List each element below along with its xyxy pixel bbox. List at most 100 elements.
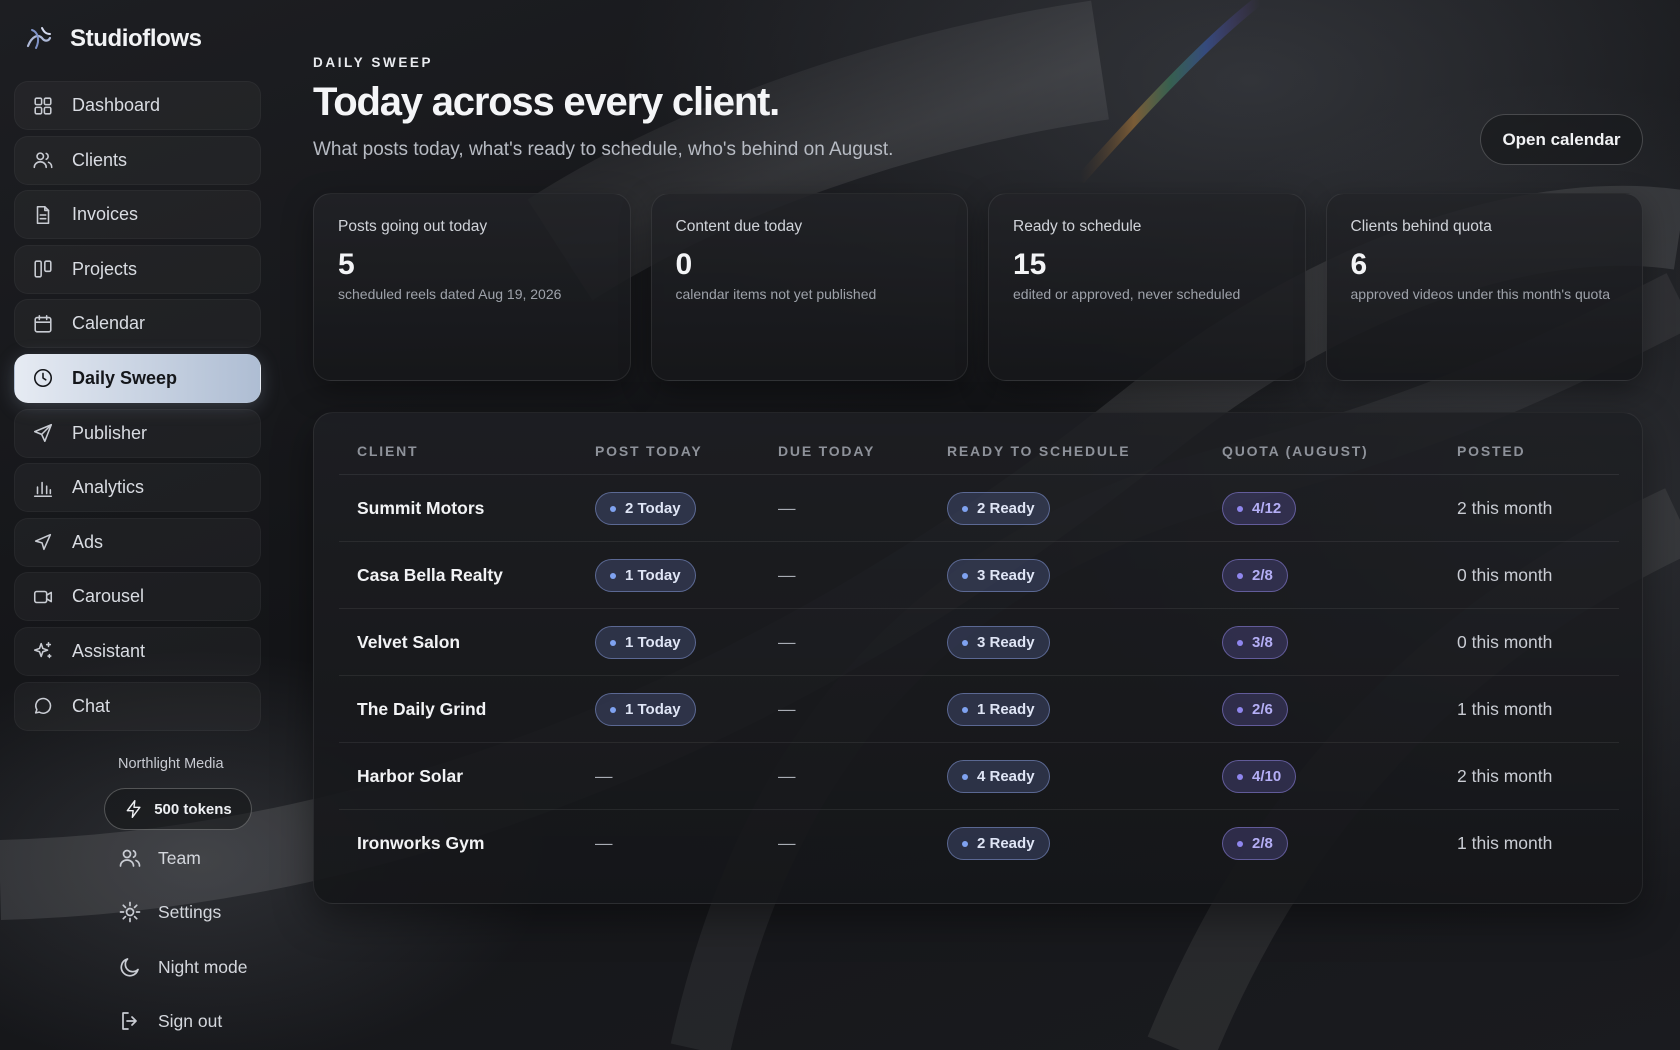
columns-icon (32, 258, 54, 280)
stat-value: 15 (1013, 248, 1047, 281)
post-today-badge[interactable]: 1 Today (595, 559, 696, 592)
column-header-due-today[interactable]: DUE TODAY (778, 443, 875, 459)
nav-item-publisher[interactable]: Publisher (14, 408, 261, 458)
table-header: CLIENT POST TODAY DUE TODAY READY TO SCH… (339, 413, 1619, 475)
sign-out-link[interactable]: Sign out (118, 1009, 222, 1033)
brand[interactable]: Studioflows (24, 24, 202, 54)
sidebar: Studioflows Dashboard Clients Invoices P… (0, 0, 280, 1050)
stat-label: Posts going out today (338, 218, 488, 235)
stat-description: edited or approved, never scheduled (1013, 286, 1241, 302)
due-today-value: — (778, 565, 796, 585)
client-name[interactable]: Velvet Salon (357, 609, 460, 676)
table-row[interactable]: Velvet Salon 1 Today — 3 Ready 3/8 0 thi… (339, 609, 1619, 676)
send-icon (32, 422, 54, 444)
nav-label: Projects (72, 258, 138, 279)
ready-badge[interactable]: 2 Ready (947, 827, 1050, 860)
tokens-button[interactable]: 500 tokens (104, 788, 252, 830)
quota-badge[interactable]: 3/8 (1222, 626, 1288, 659)
status-dot (1237, 706, 1243, 713)
ready-badge[interactable]: 3 Ready (947, 559, 1050, 592)
video-icon (32, 586, 54, 608)
navigation-icon (32, 531, 54, 553)
post-today-value: — (595, 833, 613, 853)
nav-label: Invoices (72, 204, 139, 225)
grid-icon (32, 95, 54, 117)
quota-badge[interactable]: 2/6 (1222, 693, 1288, 726)
settings-label: Settings (158, 901, 222, 922)
ready-badge[interactable]: 2 Ready (947, 492, 1050, 525)
ready-badge[interactable]: 1 Ready (947, 693, 1050, 726)
nav-item-projects[interactable]: Projects (14, 244, 261, 294)
badge-label: 2/8 (1252, 567, 1273, 584)
settings-link[interactable]: Settings (118, 900, 221, 924)
badge-label: 4 Ready (977, 768, 1035, 785)
post-today-badge[interactable]: 2 Today (595, 492, 696, 525)
client-name[interactable]: Harbor Solar (357, 743, 463, 810)
column-header-posted[interactable]: POSTED (1457, 443, 1525, 459)
quota-badge[interactable]: 2/8 (1222, 827, 1288, 860)
lightning-icon (126, 799, 141, 819)
brand-name: Studioflows (70, 25, 202, 52)
team-link[interactable]: Team (118, 846, 201, 870)
posted-value: 0 this month (1457, 565, 1553, 585)
column-header-client[interactable]: CLIENT (357, 443, 418, 459)
stat-card-ready-to-schedule: Ready to schedule 15 edited or approved,… (988, 193, 1306, 381)
column-header-post-today[interactable]: POST TODAY (595, 443, 702, 459)
nav-item-dashboard[interactable]: Dashboard (14, 81, 261, 130)
column-header-quota[interactable]: QUOTA (AUGUST) (1222, 443, 1369, 459)
quota-badge[interactable]: 4/12 (1222, 492, 1297, 525)
table-row[interactable]: Ironworks Gym — — 2 Ready 2/8 1 this mon… (339, 810, 1619, 877)
column-header-ready[interactable]: READY TO SCHEDULE (947, 443, 1130, 459)
org-name: Northlight Media (118, 756, 224, 772)
badge-label: 1 Today (625, 634, 681, 651)
due-today-value: — (778, 632, 796, 652)
status-dot (962, 505, 968, 512)
nav-item-daily-sweep[interactable]: Daily Sweep (14, 353, 261, 403)
badge-label: 1 Today (625, 567, 681, 584)
client-name[interactable]: Ironworks Gym (357, 810, 484, 877)
badge-label: 4/12 (1252, 500, 1282, 517)
table-row[interactable]: Casa Bella Realty 1 Today — 3 Ready 2/8 … (339, 542, 1619, 609)
nav-item-clients[interactable]: Clients (14, 135, 261, 185)
posted-value: 2 this month (1457, 498, 1553, 518)
badge-label: 4/10 (1252, 768, 1282, 785)
tokens-label: 500 tokens (154, 800, 232, 818)
ready-badge[interactable]: 3 Ready (947, 626, 1050, 659)
client-name[interactable]: The Daily Grind (357, 676, 486, 743)
table-row[interactable]: The Daily Grind 1 Today — 1 Ready 2/6 1 … (339, 676, 1619, 743)
main-content: DAILY SWEEP Today across every client. W… (313, 0, 1643, 1050)
main-nav: Dashboard Clients Invoices Projects Cale… (14, 81, 261, 736)
badge-label: 2 Today (625, 500, 681, 517)
nav-item-assistant[interactable]: Assistant (14, 626, 261, 676)
nav-item-analytics[interactable]: Analytics (14, 463, 261, 513)
open-calendar-button[interactable]: Open calendar (1480, 114, 1643, 165)
nav-item-carousel[interactable]: Carousel (14, 572, 261, 622)
stat-label: Content due today (675, 218, 803, 235)
nav-item-invoices[interactable]: Invoices (14, 190, 261, 240)
quota-badge[interactable]: 2/8 (1222, 559, 1288, 592)
post-today-badge[interactable]: 1 Today (595, 626, 696, 659)
table-row[interactable]: Harbor Solar — — 4 Ready 4/10 2 this mon… (339, 743, 1619, 810)
quota-badge[interactable]: 4/10 (1222, 760, 1297, 793)
nav-item-chat[interactable]: Chat (14, 681, 261, 731)
status-dot (610, 706, 616, 713)
table-row[interactable]: Summit Motors 2 Today — 2 Ready 4/12 2 t… (339, 475, 1619, 542)
client-table: CLIENT POST TODAY DUE TODAY READY TO SCH… (313, 412, 1643, 904)
status-dot (1237, 773, 1243, 780)
post-today-badge[interactable]: 1 Today (595, 693, 696, 726)
ready-badge[interactable]: 4 Ready (947, 760, 1050, 793)
night-mode-toggle[interactable]: Night mode (118, 955, 248, 979)
client-name[interactable]: Summit Motors (357, 475, 484, 542)
document-icon (32, 204, 54, 226)
clock-icon (32, 367, 54, 389)
posted-value: 1 this month (1457, 699, 1553, 719)
posted-value: 1 this month (1457, 833, 1553, 853)
nav-item-calendar[interactable]: Calendar (14, 299, 261, 349)
nav-item-ads[interactable]: Ads (14, 517, 261, 567)
badge-label: 2/6 (1252, 701, 1273, 718)
status-dot (610, 505, 616, 512)
client-name[interactable]: Casa Bella Realty (357, 542, 503, 609)
stat-label: Ready to schedule (1013, 218, 1142, 235)
chat-bubble-icon (32, 695, 54, 717)
stat-card-content-due: Content due today 0 calendar items not y… (650, 193, 968, 381)
